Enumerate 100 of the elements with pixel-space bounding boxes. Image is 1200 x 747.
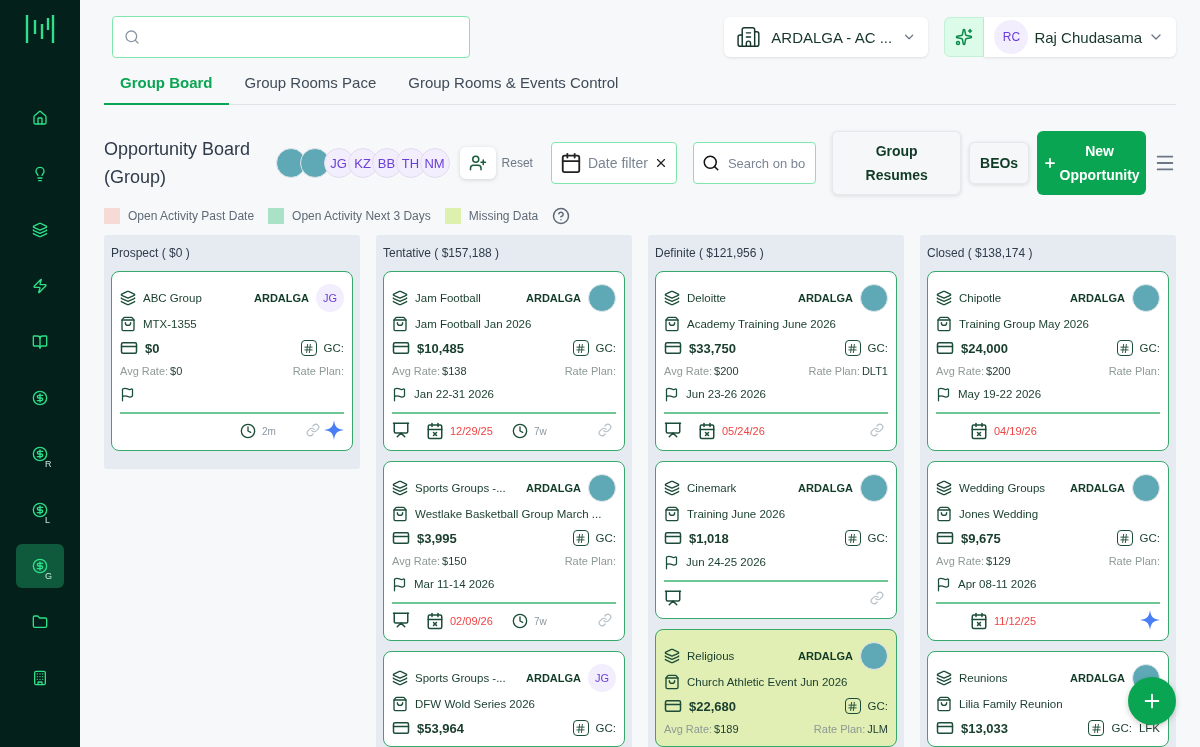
tab[interactable]: Group Rooms Pace: [228, 74, 393, 105]
opportunity-card[interactable]: Cinemark ARDALGA Training June 2026 $1,018 GC: Jun 24-25 2026: [655, 461, 897, 619]
opportunity-card[interactable]: ABC Group ARDALGA JG MTX-1355 $0 GC: Avg Rate: $0 Rate Plan: 2m: [111, 271, 353, 451]
logo-icon: [25, 14, 55, 44]
layers-icon: [664, 480, 680, 496]
sidebar-item[interactable]: G: [16, 544, 64, 588]
opportunity-name: Church Athletic Event Jun 2026: [687, 676, 849, 688]
account-name: ABC Group: [143, 292, 203, 304]
hash-icon: [844, 340, 861, 356]
sparkle-icon[interactable]: [1140, 610, 1160, 630]
presenter-icon: [664, 589, 682, 607]
photo-avatar: [860, 642, 888, 670]
initials-avatar: RC: [994, 20, 1029, 54]
amount: $24,000: [961, 340, 1009, 356]
user-menu[interactable]: RC Raj Chudasama: [984, 17, 1176, 57]
hash-icon: [844, 530, 861, 546]
opportunity-card[interactable]: Religious ARDALGA Church Athletic Event Jun 2026 $22,680 GC: Avg Rate: $189 Rate Plan: JLM: [655, 629, 897, 747]
group-resumes-button[interactable]: Group Resumes: [832, 131, 961, 195]
lightning-icon: [32, 278, 48, 294]
sparkles-icon: [955, 28, 974, 46]
search-field[interactable]: [112, 16, 470, 58]
beos-button[interactable]: BEOs: [969, 142, 1030, 184]
credit-card-icon: [664, 529, 682, 547]
amount: $9,675: [961, 530, 1002, 546]
layers-icon: [392, 480, 408, 496]
help-icon[interactable]: [552, 207, 571, 225]
photo-avatar: [860, 284, 888, 312]
column-title: Tentative ( $157,188 ): [383, 245, 501, 262]
property-selector[interactable]: ARDALGA - AC ...: [724, 17, 929, 57]
event-dates: Jan 22-31 2026: [414, 388, 495, 400]
add-member-button[interactable]: [459, 147, 496, 179]
rate-plan-label: Rate Plan:: [564, 365, 616, 377]
credit-card-icon: [664, 697, 682, 715]
avg-rate-label: Avg Rate:: [936, 555, 985, 567]
ai-assistant-button[interactable]: [944, 17, 985, 57]
credit-card-icon: [392, 529, 410, 547]
board-search-field[interactable]: Search on bo: [692, 142, 817, 184]
brand-label: ARDALGA: [1070, 292, 1125, 304]
avg-rate-value: $0: [170, 365, 184, 377]
layers-icon: [664, 648, 680, 664]
opportunity-card[interactable]: Sports Groups -... ARDALGA Westlake Basketball Group March ... $3,995 GC: Avg Rate: $150 Rate Plan: Mar 11-14 2026 02/09/26 7w: [383, 461, 625, 641]
hash-icon: [572, 340, 589, 356]
hash-icon: [1116, 340, 1133, 356]
gc-value: LFK: [1138, 722, 1160, 734]
layers-icon: [392, 290, 408, 306]
age: 7w: [534, 425, 547, 437]
calendar-x-icon: [970, 612, 988, 630]
opportunity-name: Training Group May 2026: [959, 318, 1090, 330]
amount: $53,964: [417, 720, 465, 736]
flag-icon: [120, 386, 135, 402]
avg-rate-value: $150: [442, 555, 468, 567]
layers-icon: [120, 290, 136, 306]
initials-avatar: JG: [316, 284, 344, 312]
opportunity-name: Jones Wedding: [959, 508, 1040, 520]
calendar-x-icon: [426, 612, 444, 630]
due-date: 11/12/25: [994, 615, 1036, 627]
event-dates: Apr 08-11 2026: [958, 578, 1038, 590]
photo-avatar: [588, 474, 616, 502]
brand-label: ARDALGA: [798, 650, 853, 662]
credit-card-icon: [936, 719, 954, 737]
gc-label: GC:: [867, 342, 888, 354]
sidebar-item[interactable]: L: [16, 488, 64, 532]
tab[interactable]: Group Rooms & Events Control: [392, 74, 635, 105]
due-date: 12/29/25: [450, 425, 493, 437]
reset-button[interactable]: Reset: [501, 156, 533, 170]
sidebar-item[interactable]: R: [16, 432, 64, 476]
column-title: Prospect ( $0 ): [111, 245, 191, 262]
opportunity-name: Westlake Basketball Group March ...: [415, 508, 603, 520]
opportunity-card[interactable]: Jam Football ARDALGA Jam Football Jan 2026 $10,485 GC: Avg Rate: $138 Rate Plan: Jan 22-31 2026 12/29/25 7w: [383, 271, 625, 451]
opportunity-card[interactable]: Wedding Groups ARDALGA Jones Wedding $9,675 GC: Avg Rate: $129 Rate Plan: Apr 08-11 2026 11/12/25: [927, 461, 1169, 641]
brand-label: ARDALGA: [1070, 482, 1125, 494]
opportunity-card[interactable]: Reunions ARDALGA Lilia Family Reunion $13,033 GC: LFK: [927, 651, 1169, 747]
brand-label: ARDALGA: [798, 482, 853, 494]
dollar-icon: [32, 558, 48, 574]
sparkle-icon[interactable]: [324, 420, 344, 440]
amount: $13,033: [961, 720, 1009, 736]
photo-avatar: [588, 284, 616, 312]
credit-card-icon: [392, 339, 410, 357]
flag-icon: [936, 386, 951, 402]
building-icon: [32, 670, 48, 686]
rate-plan-value: JLM: [867, 723, 888, 735]
event-dates: Mar 11-14 2026: [414, 578, 496, 590]
credit-card-icon: [664, 339, 682, 357]
opportunity-card[interactable]: Chipotle ARDALGA Training Group May 2026 $24,000 GC: Avg Rate: $200 Rate Plan: May 19-22 2026 04/19/26: [927, 271, 1169, 451]
amount: $33,750: [689, 340, 737, 356]
age: 7w: [534, 615, 547, 627]
legend-label: Open Activity Past Date: [128, 209, 255, 223]
credit-card-icon: [392, 719, 410, 737]
amount: $3,995: [417, 530, 458, 546]
opportunity-name: Academy Training June 2026: [687, 318, 837, 330]
rate-plan-label: Rate Plan:: [1108, 555, 1160, 567]
presenter-icon: [392, 611, 410, 629]
photo-avatar: [1132, 474, 1160, 502]
opportunity-card[interactable]: Deloitte ARDALGA Academy Training June 2026 $33,750 GC: Avg Rate: $200 Rate Plan: DLT1 Jun 23-26 2026 05/24/26: [655, 271, 897, 451]
hash-icon: [572, 720, 589, 736]
date-filter[interactable]: Date filter: [550, 142, 677, 184]
avg-rate-value: $129: [986, 555, 1012, 567]
opportunity-card[interactable]: Sports Groups -... ARDALGA JG DFW Wold Series 2026 $53,964 GC:: [383, 651, 625, 747]
flag-icon: [392, 576, 407, 592]
calendar-x-icon: [426, 422, 444, 440]
